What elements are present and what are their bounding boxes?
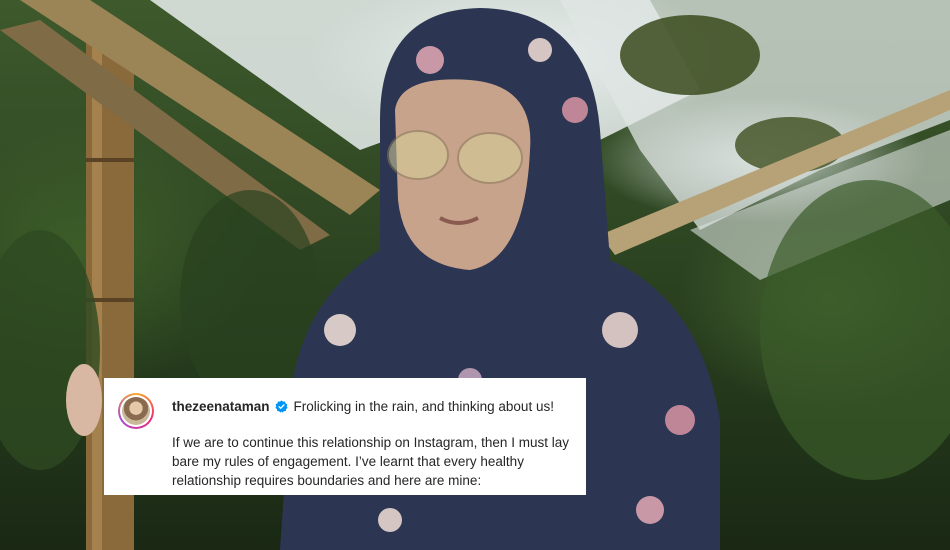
username-link[interactable]: thezeenataman <box>172 399 270 414</box>
instagram-caption-card: thezeenataman Frolicking in the rain, an… <box>104 378 586 495</box>
avatar[interactable] <box>118 393 154 429</box>
avatar-photo <box>122 397 150 425</box>
avatar-ring <box>120 395 152 427</box>
caption-body: If we are to continue this relationship … <box>172 435 569 488</box>
caption-header: thezeenataman Frolicking in the rain, an… <box>172 399 554 414</box>
photo-background: thezeenataman Frolicking in the rain, an… <box>0 0 950 550</box>
caption-first-line: Frolicking in the rain, and thinking abo… <box>293 399 554 414</box>
verified-badge-icon <box>274 400 288 413</box>
